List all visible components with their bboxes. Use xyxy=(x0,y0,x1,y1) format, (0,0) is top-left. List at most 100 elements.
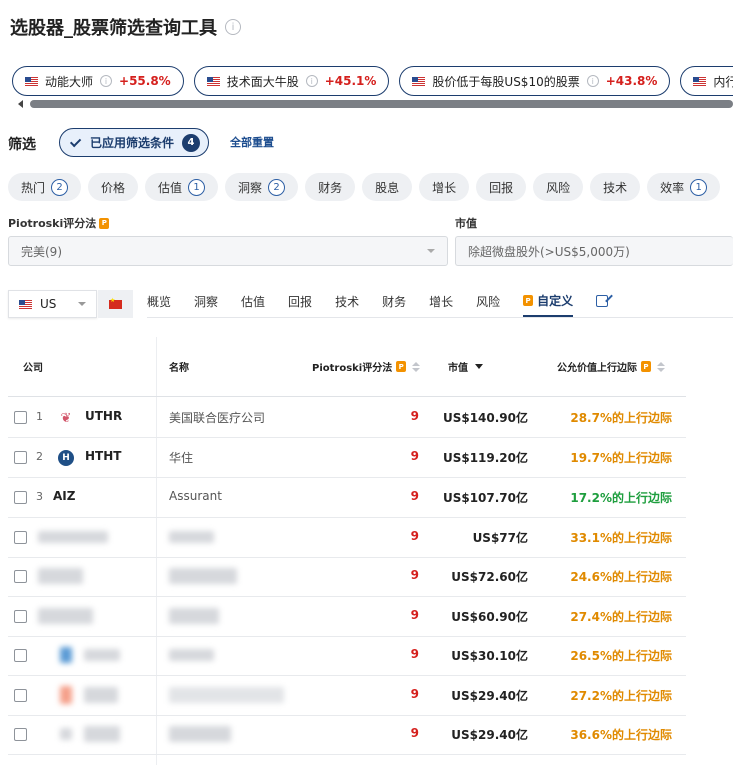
category-count: 2 xyxy=(268,178,286,196)
lungs-logo-icon: ❦ xyxy=(58,410,74,426)
info-icon[interactable]: i xyxy=(100,75,113,87)
blurred-logo xyxy=(60,686,72,704)
table-header: 公司 名称 Piotroski评分法 P 市值 公允价值上行边际 P xyxy=(8,337,686,397)
row-ticker[interactable]: HTHT xyxy=(85,449,121,463)
row-checkbox[interactable] xyxy=(14,689,27,702)
tab-insights[interactable]: 洞察 xyxy=(194,290,218,312)
row-checkbox[interactable] xyxy=(14,491,27,504)
applied-filters-button[interactable]: 已应用筛选条件 4 xyxy=(59,128,210,157)
table-row[interactable]: 1 ❦ UTHR 美国联合医疗公司 9 US$140.90亿 28.7%的上行边… xyxy=(8,398,686,438)
tab-risk[interactable]: 风险 xyxy=(476,290,500,312)
tab-technical[interactable]: 技术 xyxy=(335,290,359,312)
tab-growth[interactable]: 增长 xyxy=(429,290,453,312)
category-valuation[interactable]: 估值 1 xyxy=(145,173,219,201)
category-technical[interactable]: 技术 xyxy=(590,173,641,201)
blurred-company xyxy=(84,649,120,661)
row-upside: 28.7%的上行边际 xyxy=(570,411,672,425)
row-score: 9 xyxy=(410,449,419,463)
row-rank: 3 xyxy=(36,490,43,503)
blurred-logo xyxy=(60,728,72,740)
col-piotroski[interactable]: Piotroski评分法 P xyxy=(312,359,421,374)
category-risk[interactable]: 风险 xyxy=(533,173,584,201)
col-market-cap[interactable]: 市值 xyxy=(448,359,483,374)
row-upside: 27.4%的上行边际 xyxy=(570,610,672,624)
tab-returns[interactable]: 回报 xyxy=(288,290,312,312)
row-score: 9 xyxy=(410,687,419,701)
applied-filters-count: 4 xyxy=(182,133,201,152)
screen-chip-change: +43.8% xyxy=(605,74,658,88)
screen-chip-insider[interactable]: 内行 xyxy=(680,66,733,96)
china-region-button[interactable] xyxy=(98,290,133,318)
col-upside[interactable]: 公允价值上行边际 P xyxy=(557,359,665,374)
marketcap-filter-label: 市值 xyxy=(455,217,477,230)
row-rank: 2 xyxy=(36,450,43,463)
screen-chip-name: 股价低于每股US$10的股票 xyxy=(432,74,580,89)
blurred-name xyxy=(169,726,231,742)
row-upside: 24.6%的上行边际 xyxy=(570,570,672,584)
col-piotroski-label: Piotroski评分法 xyxy=(312,363,393,374)
region-select[interactable]: US xyxy=(8,290,97,318)
col-company[interactable]: 公司 xyxy=(23,359,43,374)
row-checkbox[interactable] xyxy=(14,531,27,544)
category-price[interactable]: 价格 xyxy=(88,173,139,201)
table-row[interactable]: 9 US$77亿 33.1%的上行边际 xyxy=(8,518,686,558)
category-insights[interactable]: 洞察 2 xyxy=(225,173,299,201)
piotroski-select[interactable]: 完美(9) xyxy=(8,236,448,266)
edit-columns-button[interactable] xyxy=(596,290,609,312)
info-icon[interactable]: i xyxy=(305,75,318,87)
row-market-cap: US$29.40亿 xyxy=(451,728,528,742)
chevron-down-icon xyxy=(427,249,435,253)
chips-scrollbar[interactable] xyxy=(18,100,733,108)
category-label: 热门 xyxy=(21,180,46,195)
row-ticker[interactable]: AIZ xyxy=(53,489,75,503)
col-name[interactable]: 名称 xyxy=(169,359,189,374)
category-efficiency[interactable]: 效率 1 xyxy=(647,173,721,201)
table-row[interactable]: 9 US$29.40亿 27.2%的上行边际 xyxy=(8,676,686,716)
screen-chip-momentum[interactable]: 动能大师 i +55.8% xyxy=(12,66,184,96)
table-row[interactable]: 3 AIZ Assurant 9 US$107.70亿 17.2%的上行边际 xyxy=(8,478,686,518)
row-checkbox[interactable] xyxy=(14,451,27,464)
tab-valuation[interactable]: 估值 xyxy=(241,290,265,312)
tab-overview[interactable]: 概览 xyxy=(147,290,171,312)
row-checkbox[interactable] xyxy=(14,411,27,424)
marketcap-select[interactable]: 除超微盘股外(>US$5,000万) xyxy=(455,236,733,266)
reset-all-link[interactable]: 全部重置 xyxy=(230,134,274,150)
row-name: 华住 xyxy=(169,451,194,465)
row-checkbox[interactable] xyxy=(14,610,27,623)
tab-financials[interactable]: 财务 xyxy=(382,290,406,312)
category-label: 价格 xyxy=(101,180,126,195)
row-checkbox[interactable] xyxy=(14,649,27,662)
screen-chip-under-10[interactable]: 股价低于每股US$10的股票 i +43.8% xyxy=(399,66,671,96)
table-row[interactable]: 9 US$30.10亿 26.5%的上行边际 xyxy=(8,636,686,676)
category-financials[interactable]: 财务 xyxy=(305,173,356,201)
table-row[interactable]: 9 US$29.40亿 36.6%的上行边际 xyxy=(8,715,686,755)
row-checkbox[interactable] xyxy=(14,570,27,583)
row-score: 9 xyxy=(410,409,419,423)
tab-custom[interactable]: P 自定义 xyxy=(523,290,574,317)
info-icon[interactable]: i xyxy=(586,75,599,87)
row-score: 9 xyxy=(410,608,419,622)
info-icon[interactable]: i xyxy=(225,19,241,35)
table-row[interactable]: 9 US$60.90亿 27.4%的上行边际 xyxy=(8,597,686,637)
piotroski-icon: P xyxy=(396,361,407,372)
us-flag-icon xyxy=(25,76,38,86)
category-returns[interactable]: 回报 xyxy=(476,173,527,201)
category-popular[interactable]: 热门 2 xyxy=(8,173,82,201)
row-upside: 27.2%的上行边际 xyxy=(570,689,672,703)
piotroski-select-value: 完美(9) xyxy=(21,244,62,259)
screen-chip-technical[interactable]: 技术面大牛股 i +45.1% xyxy=(193,66,390,96)
scroll-thumb[interactable] xyxy=(30,100,733,108)
category-growth[interactable]: 增长 xyxy=(419,173,470,201)
row-score: 9 xyxy=(410,529,419,543)
row-checkbox[interactable] xyxy=(14,728,27,741)
table-row[interactable]: 2 H HTHT 华住 9 US$119.20亿 19.7%的上行边际 xyxy=(8,438,686,478)
row-score: 9 xyxy=(410,726,419,740)
category-dividends[interactable]: 股息 xyxy=(362,173,413,201)
table-row[interactable]: 9 US$72.60亿 24.6%的上行边际 xyxy=(8,557,686,597)
tab-custom-label: 自定义 xyxy=(537,294,574,308)
screen-chips: 动能大师 i +55.8% 技术面大牛股 i +45.1% 股价低于每股US$1… xyxy=(12,66,733,96)
row-ticker[interactable]: UTHR xyxy=(85,409,122,423)
scroll-left-icon[interactable] xyxy=(18,100,23,108)
piotroski-filter-label: Piotroski评分法 xyxy=(8,217,97,230)
row-score: 9 xyxy=(410,647,419,661)
